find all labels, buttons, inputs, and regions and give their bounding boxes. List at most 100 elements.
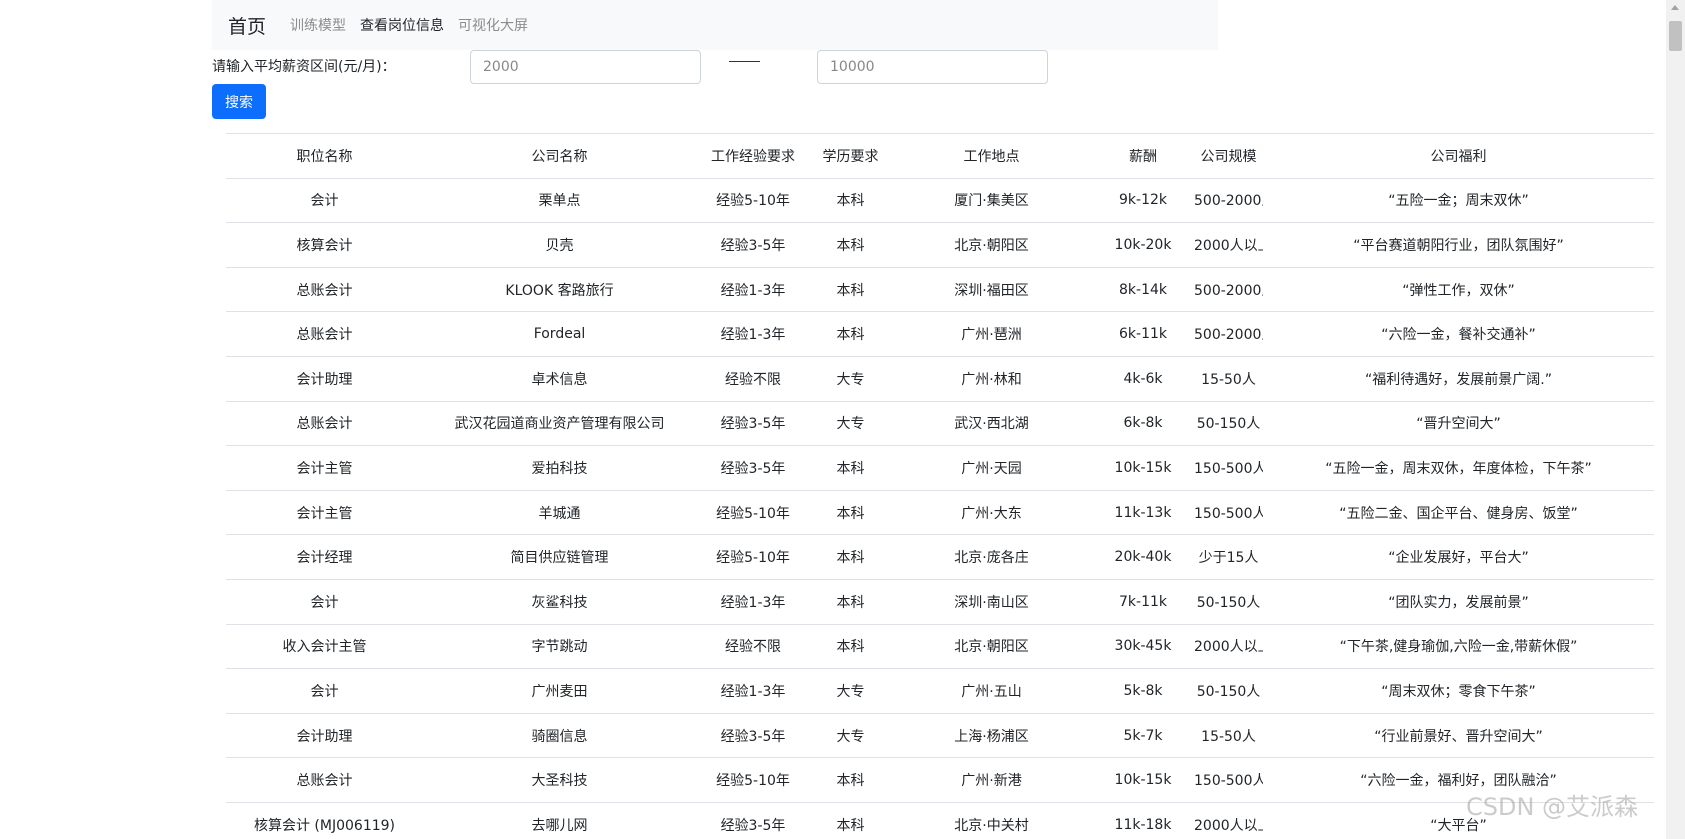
header-salary: 薪酬	[1092, 133, 1194, 179]
cell-company: 爱拍科技	[423, 445, 696, 491]
cell-company-size: 50-150人	[1194, 578, 1263, 625]
cell-experience: 经验不限	[696, 623, 810, 669]
header-location: 工作地点	[891, 133, 1092, 179]
table-row: 总账会计Fordeal经验1-3年本科广州·琶洲6k-11k500-2000人“…	[226, 311, 1654, 357]
search-button[interactable]: 搜索	[212, 84, 266, 119]
cell-education: 本科	[810, 266, 891, 312]
cell-job-title: 会计经理	[226, 534, 423, 580]
cell-experience: 经验5-10年	[696, 177, 810, 223]
nav-home-link[interactable]: 首页	[228, 12, 266, 39]
cell-company-size: 150-500人	[1194, 445, 1263, 491]
cell-education: 本科	[810, 578, 891, 625]
cell-benefits: “行业前景好、晋升空间大”	[1263, 712, 1654, 758]
cell-education: 大专	[810, 355, 891, 402]
cell-company: 灰鲨科技	[423, 578, 696, 625]
cell-experience: 经验1-3年	[696, 668, 810, 714]
header-company: 公司名称	[423, 133, 696, 179]
cell-experience: 经验5-10年	[696, 534, 810, 580]
cell-benefits: “周末双休；零食下午茶”	[1263, 668, 1654, 714]
cell-experience: 经验不限	[696, 355, 810, 402]
cell-company: Fordeal	[423, 311, 696, 357]
cell-experience: 经验3-5年	[696, 801, 810, 839]
range-separator	[729, 61, 760, 62]
cell-salary: 9k-12k	[1092, 177, 1194, 223]
table-header-row: 职位名称 公司名称 工作经验要求 学历要求 工作地点 薪酬 公司规模 公司福利	[226, 133, 1654, 179]
nav-train-model-link[interactable]: 训练模型	[290, 15, 346, 35]
cell-salary: 10k-15k	[1092, 757, 1194, 803]
cell-salary: 5k-8k	[1092, 668, 1194, 714]
cell-location: 北京·朝阳区	[891, 623, 1092, 669]
table-row: 总账会计 大圣科技 经验5-10年 本科 广州·新港 10k-15k 150-500人 “六险…	[226, 757, 1654, 803]
cell-company: 字节跳动	[423, 623, 696, 669]
cell-education: 本科	[810, 311, 891, 357]
cell-salary: 7k-11k	[1092, 578, 1194, 625]
cell-benefits: “福利待遇好，发展前景广阔.”	[1263, 355, 1654, 402]
cell-salary: 11k-13k	[1092, 489, 1194, 535]
cell-education: 本科	[810, 534, 891, 580]
nav-dashboard-link[interactable]: 可视化大屏	[458, 15, 528, 35]
table-row: 会计 灰鲨科技 经验1-3年 本科 深圳·南山区 7k-11k 50-150人 “团队实力，发…	[226, 578, 1654, 625]
cell-company: 简目供应链管理	[423, 534, 696, 580]
cell-salary: 30k-45k	[1092, 623, 1194, 669]
cell-experience: 经验3-5年	[696, 445, 810, 491]
table-row: 总账会计 KLOOK 客路旅行 经验1-3年 本科 深圳·福田区 8k-14k 500-20…	[226, 266, 1654, 312]
scroll-up-arrow-icon[interactable]	[1671, 5, 1679, 10]
cell-company-size: 150-500人	[1194, 757, 1263, 803]
page: 首页 训练模型 查看岗位信息 可视化大屏 请输入平均薪资区间(元/月)： 搜索 …	[0, 0, 1685, 839]
cell-location: 广州·新港	[891, 757, 1092, 803]
cell-education: 本科	[810, 623, 891, 669]
cell-company-size: 500-2000人	[1194, 177, 1263, 223]
cell-benefits: “下午茶,健身瑜伽,六险一金,带薪休假”	[1263, 623, 1654, 669]
cell-salary: 6k-8k	[1092, 400, 1194, 446]
cell-benefits: “五险一金，周末双休，年度体检，下午茶”	[1263, 445, 1654, 491]
cell-company: KLOOK 客路旅行	[423, 266, 696, 312]
cell-job-title: 会计助理	[226, 355, 423, 402]
cell-job-title: 总账会计	[226, 311, 423, 357]
cell-company-size: 50-150人	[1194, 668, 1263, 714]
cell-location: 厦门·集美区	[891, 177, 1092, 223]
min-salary-input[interactable]	[470, 50, 701, 84]
vertical-scrollbar[interactable]	[1666, 0, 1685, 839]
cell-company: 贝壳	[423, 222, 696, 268]
cell-education: 本科	[810, 177, 891, 223]
cell-job-title: 会计	[226, 578, 423, 625]
cell-company: 武汉花园道商业资产管理有限公司	[423, 400, 696, 446]
table-row: 会计助理 骑圈信息 经验3-5年 大专 上海·杨浦区 5k-7k 15-50人 “行业前景好、…	[226, 712, 1654, 758]
cell-location: 北京·中关村	[891, 801, 1092, 839]
header-company-size: 公司规模	[1194, 133, 1263, 179]
table-row: 会计 广州麦田 经验1-3年 大专 广州·五山 5k-8k 50-150人 “周末双休；零食下…	[226, 668, 1654, 714]
cell-salary: 11k-18k	[1092, 801, 1194, 839]
cell-education: 本科	[810, 757, 891, 803]
cell-education: 本科	[810, 445, 891, 491]
table-row: 会计经理 简目供应链管理 经验5-10年 本科 北京·庞各庄 20k-40k 少于15人 “企…	[226, 534, 1654, 580]
cell-education: 大专	[810, 400, 891, 446]
cell-job-title: 会计助理	[226, 712, 423, 758]
cell-experience: 经验5-10年	[696, 489, 810, 535]
header-benefits: 公司福利	[1263, 133, 1654, 179]
nav-job-info-link[interactable]: 查看岗位信息	[360, 15, 444, 35]
cell-location: 上海·杨浦区	[891, 712, 1092, 758]
cell-company-size: 150-500人	[1194, 489, 1263, 535]
cell-location: 北京·朝阳区	[891, 222, 1092, 268]
cell-benefits: “晋升空间大”	[1263, 400, 1654, 446]
cell-company-size: 50-150人	[1194, 400, 1263, 446]
cell-benefits: “五险一金；周末双休”	[1263, 177, 1654, 223]
max-salary-input[interactable]	[817, 50, 1048, 84]
cell-company-size: 500-2000人	[1194, 266, 1263, 312]
cell-location: 广州·天园	[891, 445, 1092, 491]
table-row: 总账会计 武汉花园道商业资产管理有限公司 经验3-5年 大专 武汉·西北湖 6k-8k 50…	[226, 400, 1654, 446]
cell-company: 羊城通	[423, 489, 696, 535]
cell-job-title: 总账会计	[226, 400, 423, 446]
cell-benefits: “企业发展好，平台大”	[1263, 534, 1654, 580]
cell-company-size: 2000人以上	[1194, 801, 1263, 839]
watermark: CSDN @艾派森	[1466, 793, 1639, 821]
scrollbar-thumb[interactable]	[1669, 21, 1682, 51]
table-row: 会计主管 羊城通 经验5-10年 本科 广州·大东 11k-13k 150-500人 “五险二…	[226, 489, 1654, 535]
cell-education: 大专	[810, 668, 891, 714]
header-job-title: 职位名称	[226, 133, 423, 179]
cell-experience: 经验1-3年	[696, 578, 810, 625]
cell-experience: 经验1-3年	[696, 266, 810, 312]
cell-company: 骑圈信息	[423, 712, 696, 758]
cell-company-size: 2000人以上	[1194, 222, 1263, 268]
cell-location: 武汉·西北湖	[891, 400, 1092, 446]
